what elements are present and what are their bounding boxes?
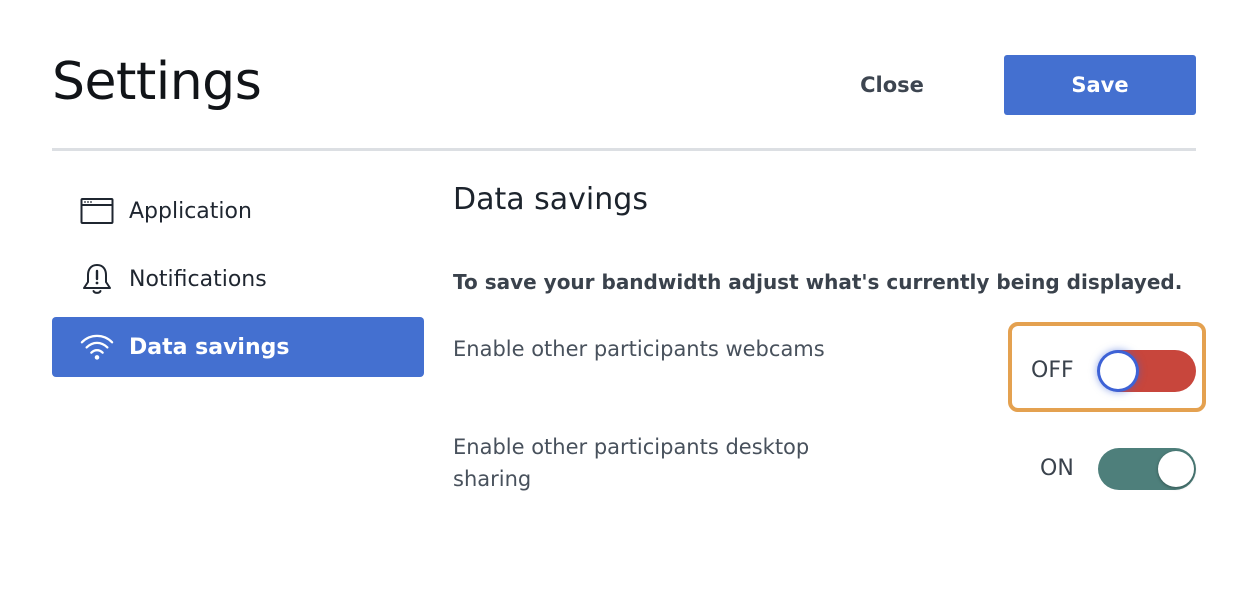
highlight-box xyxy=(1008,322,1206,412)
wifi-icon xyxy=(80,330,114,364)
header-divider xyxy=(52,148,1196,151)
toggle-state-label: ON xyxy=(1040,456,1074,481)
sidebar-item-data-savings[interactable]: Data savings xyxy=(52,317,424,377)
section-description: To save your bandwidth adjust what's cur… xyxy=(453,270,1183,294)
close-button[interactable]: Close xyxy=(826,56,958,114)
sidebar-item-label: Notifications xyxy=(129,266,267,292)
section-title: Data savings xyxy=(453,182,648,217)
sidebar-item-label: Data savings xyxy=(129,334,290,360)
save-button[interactable]: Save xyxy=(1004,55,1196,115)
sidebar-item-notifications[interactable]: Notifications xyxy=(52,249,424,309)
application-window-icon xyxy=(80,194,114,228)
setting-label-webcams: Enable other participants webcams xyxy=(453,337,825,361)
page-title: Settings xyxy=(52,52,262,112)
sidebar-item-application[interactable]: Application xyxy=(52,181,424,241)
toggle-knob xyxy=(1158,451,1194,487)
desktop-sharing-toggle[interactable] xyxy=(1098,448,1196,490)
bell-alert-icon xyxy=(80,262,114,296)
setting-label-desktop-sharing: Enable other participants desktop sharin… xyxy=(453,435,810,491)
sidebar-item-label: Application xyxy=(129,198,252,224)
